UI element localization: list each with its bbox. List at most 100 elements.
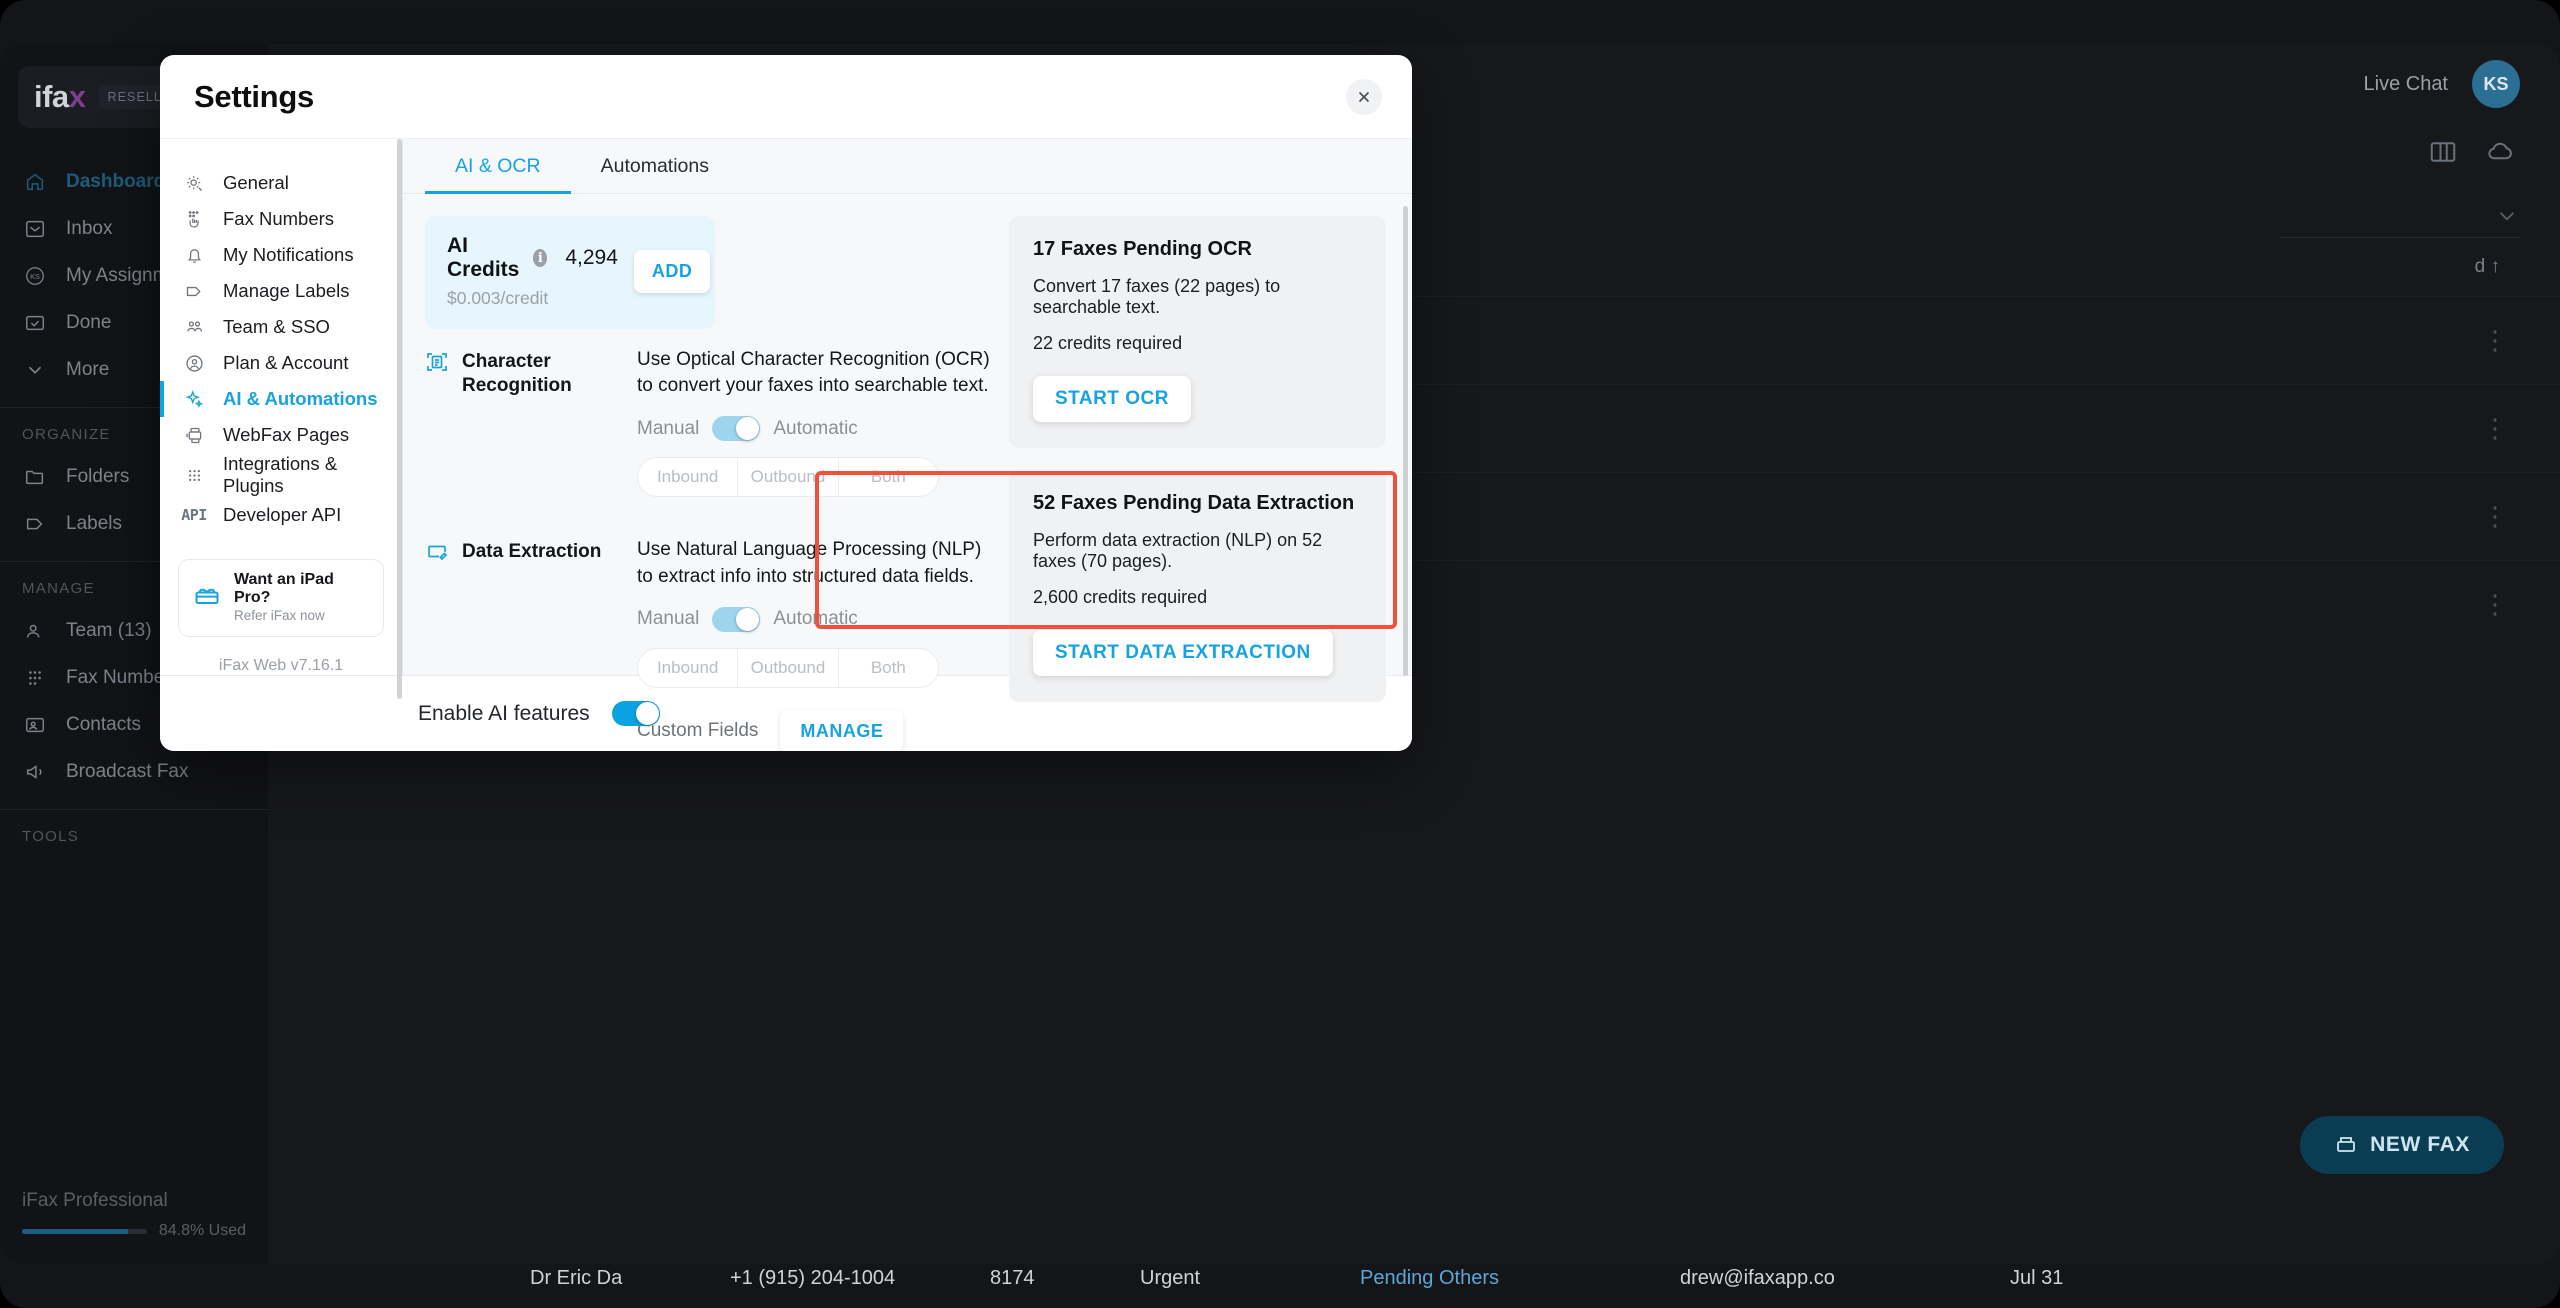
cloud-download-icon[interactable] [2486, 137, 2516, 172]
refer-promo-card[interactable]: Want an iPad Pro? Refer iFax now [178, 559, 384, 637]
sidebar-section-tools: TOOLS [22, 828, 80, 845]
toggle-label-manual: Manual [637, 417, 700, 439]
feature-body: Use Optical Character Recognition (OCR) … [637, 347, 993, 498]
row-name: Dr Eric Da [530, 1266, 623, 1289]
settings-modal: Settings General Fax Numbers My Notifica… [160, 55, 1412, 751]
card-title: 17 Faxes Pending OCR [1033, 238, 1252, 260]
people-icon [22, 618, 48, 644]
folder-icon [22, 464, 48, 490]
columns-icon[interactable] [2428, 137, 2458, 172]
segment-outbound[interactable]: Outbound [738, 648, 839, 687]
sidebar-item-fax-numbers[interactable]: Fax Numbers [160, 201, 402, 237]
card-credits: 2,600 credits required [1033, 587, 1208, 607]
sidebar-item-label: Dashboard [66, 170, 166, 192]
sidebar-item-label: WebFax Pages [223, 424, 350, 445]
gear-icon [182, 173, 206, 194]
sidebar-item-team-sso[interactable]: Team & SSO [160, 309, 402, 345]
live-chat-link[interactable]: Live Chat [2364, 73, 2449, 96]
sidebar-item-general[interactable]: General [160, 165, 402, 201]
ai-credits-rate: $0.003/credit [447, 288, 549, 308]
custom-fields-row: Custom Fields MANAGE [637, 709, 993, 751]
row-email: drew@ifaxapp.co [1680, 1266, 1835, 1289]
check-box-icon [22, 310, 48, 336]
sidebar-item-label: Contacts [66, 713, 141, 735]
card-title: 52 Faxes Pending Data Extraction [1033, 492, 1355, 514]
sidebar-item-integrations-plugins[interactable]: Integrations & Plugins [160, 453, 402, 497]
modal-header: Settings [160, 55, 1412, 139]
segment-outbound[interactable]: Outbound [738, 458, 839, 497]
sidebar-item-label: General [223, 172, 289, 193]
nlp-mode-toggle-row: Manual Automatic [637, 606, 993, 632]
api-icon: API [181, 506, 207, 524]
modal-body: General Fax Numbers My Notifications Man… [160, 139, 1412, 751]
sidebar-item-label: Inbox [66, 217, 113, 239]
chevron-down-icon [22, 357, 48, 383]
add-credits-button[interactable]: ADD [633, 250, 711, 293]
chevron-down-icon [2499, 211, 2515, 220]
ocr-mode-switch[interactable] [712, 416, 761, 442]
sidebar-item-my-notifications[interactable]: My Notifications [160, 237, 402, 273]
sidebar-item-broadcast-fax[interactable]: Broadcast Fax [0, 748, 268, 795]
enable-ai-features-switch[interactable] [611, 701, 660, 726]
app-version: iFax Web v7.16.1 [218, 657, 344, 674]
sidebar-item-label: Integrations & Plugins [223, 453, 338, 496]
new-fax-button[interactable]: NEW FAX [2300, 1116, 2504, 1174]
sidebar-item-manage-labels[interactable]: Manage Labels [160, 273, 402, 309]
keypad-hand-icon [182, 209, 206, 230]
home-icon [22, 169, 48, 195]
ai-credits-amount: 4,294 [565, 246, 618, 269]
user-circle-icon [182, 353, 206, 374]
tag-icon [22, 511, 48, 537]
ai-credits-top-row: AI Credits i 4,294 [447, 234, 618, 282]
sidebar-item-label: Developer API [223, 504, 342, 525]
sidebar-item-webfax-pages[interactable]: WebFax Pages [160, 417, 402, 453]
content-scrollbar[interactable] [1403, 206, 1408, 676]
info-icon[interactable]: i [533, 249, 548, 267]
start-data-extraction-button[interactable]: START DATA EXTRACTION [1033, 630, 1333, 676]
sidebar-item-label: Broadcast Fax [66, 760, 189, 782]
filter-select[interactable] [2280, 194, 2520, 238]
card-credits: 22 credits required [1033, 333, 1183, 353]
segment-inbound[interactable]: Inbound [638, 458, 739, 497]
sidebar-item-label: Team & SSO [223, 316, 330, 337]
close-icon[interactable] [1346, 78, 1382, 115]
refer-card-subtitle: Refer iFax now [234, 608, 325, 623]
feature-body: Use Natural Language Processing (NLP) to… [637, 537, 993, 751]
new-fax-label: NEW FAX [2370, 1133, 2470, 1156]
feature-description: Use Natural Language Processing (NLP) to… [637, 539, 982, 587]
sidebar-item-ai-automations[interactable]: AI & Automations [160, 381, 402, 417]
avatar[interactable]: KS [2472, 60, 2520, 108]
segment-both[interactable]: Both [839, 458, 938, 496]
ocr-scan-icon [425, 350, 451, 379]
data-extract-icon [425, 540, 451, 569]
plan-usage-text: 84.8% Used [158, 1222, 246, 1239]
contact-card-icon [22, 712, 48, 738]
sidebar-item-label: Labels [66, 512, 122, 534]
sidebar-item-label: Folders [66, 465, 130, 487]
sidebar-item-developer-api[interactable]: API Developer API [160, 497, 402, 533]
feature-header: Data Extraction [425, 537, 637, 751]
nlp-direction-segmented-control: Inbound Outbound Both [637, 647, 939, 688]
start-ocr-button[interactable]: START OCR [1033, 376, 1191, 422]
sidebar-item-label: Manage Labels [223, 280, 350, 301]
tag-icon [182, 281, 206, 302]
ifax-logo: ifax [34, 79, 86, 115]
feature-description: Use Optical Character Recognition (OCR) … [637, 349, 990, 397]
row-code: 8174 [990, 1266, 1035, 1289]
sidebar-item-plan-account[interactable]: Plan & Account [160, 345, 402, 381]
sidebar-item-label: More [66, 358, 110, 380]
fax-icon [2337, 1137, 2356, 1152]
settings-nav-scrollbar[interactable] [397, 139, 402, 699]
row-date: Jul 31 [2010, 1266, 2064, 1289]
manage-custom-fields-button[interactable]: MANAGE [780, 709, 904, 751]
segment-inbound[interactable]: Inbound [638, 648, 739, 687]
nlp-mode-switch[interactable] [712, 606, 761, 632]
tab-automations[interactable]: Automations [571, 139, 739, 194]
sidebar-item-label: AI & Automations [223, 388, 378, 409]
tab-ai-ocr[interactable]: AI & OCR [425, 139, 571, 194]
pending-ocr-card: 17 Faxes Pending OCR Convert 17 faxes (2… [1009, 216, 1386, 448]
ai-credits-card: AI Credits i 4,294 $0.003/credit ADD [425, 216, 715, 329]
feature-title: Character Recognition [462, 351, 572, 396]
background-bottom-row: Dr Eric Da +1 (915) 204-1004 8174 Urgent… [0, 1248, 2560, 1308]
segment-both[interactable]: Both [839, 649, 938, 687]
